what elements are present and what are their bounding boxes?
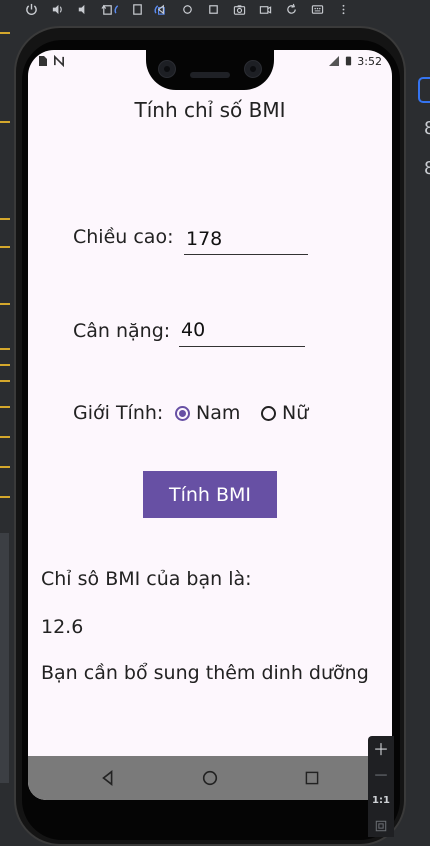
height-input[interactable] xyxy=(184,225,308,255)
fold-icon[interactable] xyxy=(110,0,128,18)
nav-overview-icon[interactable] xyxy=(302,768,322,788)
notification-n-icon xyxy=(54,55,64,67)
gutter-marker xyxy=(0,218,10,220)
zoom-fit-icon[interactable] xyxy=(368,814,394,838)
gutter-marker xyxy=(0,246,10,248)
front-camera-icon xyxy=(158,60,176,78)
phone-screen: 3:52 Tính chỉ số BMI Chiều cao: Cân nặng… xyxy=(28,50,392,800)
height-label: Chiều cao: xyxy=(73,226,174,248)
snapshot-icon[interactable] xyxy=(282,0,300,18)
gender-option-label: Nữ xyxy=(282,402,309,424)
calculate-bmi-button[interactable]: Tính BMI xyxy=(143,471,277,518)
volume-up-icon[interactable] xyxy=(48,0,66,18)
status-bar-left xyxy=(38,54,64,68)
weight-input[interactable] xyxy=(179,316,305,347)
zoom-controls: ＋ － 1:1 xyxy=(368,736,394,837)
screen-record-icon[interactable] xyxy=(256,0,274,18)
page-title: Tính chỉ số BMI xyxy=(134,98,286,122)
radio-checked-icon[interactable] xyxy=(175,405,190,421)
sim-card-icon xyxy=(39,56,47,66)
front-sensor-icon xyxy=(244,60,262,78)
status-bar-right: 3:52 xyxy=(328,54,382,68)
zoom-actual-size-button[interactable]: 1:1 xyxy=(368,788,394,812)
zoom-in-icon[interactable]: ＋ xyxy=(368,736,394,760)
gutter-marker xyxy=(0,348,10,350)
radio-unchecked-icon[interactable] xyxy=(261,405,276,421)
gutter-scrollbar[interactable] xyxy=(0,533,9,783)
weight-label: Cân nặng: xyxy=(73,320,171,342)
gutter-marker xyxy=(0,436,10,438)
gutter-marker xyxy=(0,32,10,34)
nav-home-icon[interactable] xyxy=(200,768,220,788)
status-time: 3:52 xyxy=(357,54,382,68)
result-value: 12.6 xyxy=(41,616,84,638)
extended-controls-icon[interactable] xyxy=(308,0,326,18)
home-icon[interactable] xyxy=(178,0,196,18)
nav-back-icon[interactable] xyxy=(98,768,118,788)
result-label: Chỉ sô BMI của bạn là: xyxy=(41,568,252,590)
emulator-toolbar xyxy=(0,0,430,18)
editor-gutter xyxy=(0,18,12,837)
side-line-number: 8 xyxy=(424,158,430,179)
running-devices-tab[interactable] xyxy=(418,77,430,103)
gutter-marker xyxy=(0,496,10,498)
system-navigation-bar xyxy=(28,756,392,800)
more-options-icon[interactable] xyxy=(334,0,352,18)
gutter-marker xyxy=(0,121,10,123)
power-icon[interactable] xyxy=(22,0,40,18)
ide-side-strip xyxy=(410,18,430,837)
gender-option-female[interactable]: Nữ xyxy=(261,402,308,424)
gender-option-male[interactable]: Nam xyxy=(175,402,240,424)
gutter-marker xyxy=(0,364,10,366)
result-advice: Bạn cần bổ sung thêm dinh dưỡng xyxy=(41,662,369,684)
earpiece-speaker xyxy=(190,72,230,78)
gutter-marker xyxy=(0,466,10,468)
gutter-marker xyxy=(0,380,10,382)
side-line-number: 8 xyxy=(424,118,430,139)
back-icon[interactable] xyxy=(152,0,170,18)
camera-icon[interactable] xyxy=(230,0,248,18)
gutter-marker xyxy=(0,303,10,305)
battery-icon xyxy=(346,56,352,66)
overview-icon[interactable] xyxy=(204,0,222,18)
camera-notch xyxy=(146,50,274,90)
gutter-marker xyxy=(0,406,10,408)
device-frame-icon[interactable] xyxy=(128,0,146,18)
gender-option-label: Nam xyxy=(196,402,241,424)
zoom-out-icon[interactable]: － xyxy=(368,762,394,786)
signal-icon xyxy=(329,56,340,66)
gender-label: Giới Tính: xyxy=(73,402,164,424)
volume-down-icon[interactable] xyxy=(73,0,91,18)
